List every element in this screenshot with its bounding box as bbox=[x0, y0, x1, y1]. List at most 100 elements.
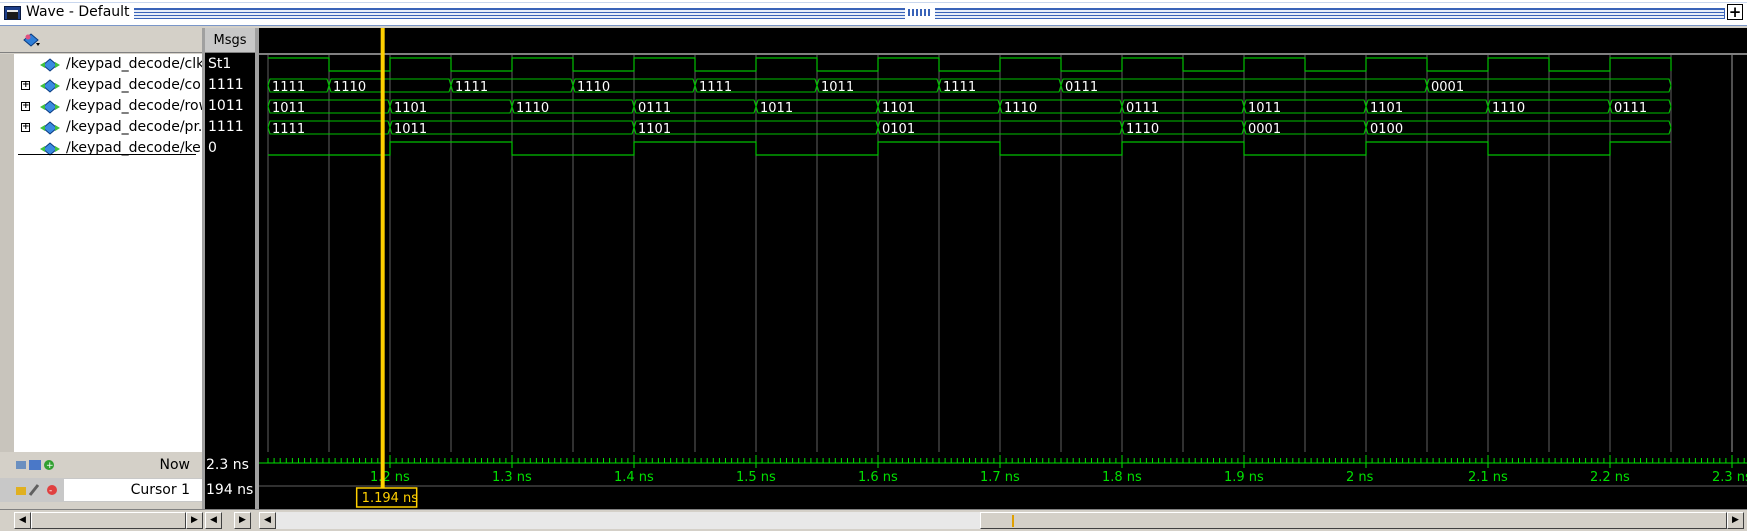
values-pane: Msgs St1 1111 1011 1111 0 bbox=[205, 28, 255, 452]
waveform-pane[interactable]: 1111 1110 1111 1110 1111 1011 1111 0111 0001 1011… bbox=[259, 28, 1747, 452]
ruler-tick-label: 1.3 ns bbox=[492, 470, 532, 485]
ruler-cursor-line bbox=[380, 452, 385, 488]
wave-window: Wave - Default + /keypad_decode/clk + /key… bbox=[0, 0, 1747, 531]
msgs-header: Msgs bbox=[205, 28, 255, 53]
signal-row[interactable]: + /keypad_decode/pr... bbox=[0, 117, 211, 138]
msgs-scroll-left-button[interactable]: ◀ bbox=[205, 512, 222, 529]
names-scroll-thumb[interactable] bbox=[31, 512, 186, 529]
col-bus-value-label: 0001 bbox=[1431, 80, 1464, 95]
ruler-tick-label: 1.6 ns bbox=[858, 470, 898, 485]
pr-bus-value-label: 1111 bbox=[272, 122, 305, 137]
signal-row[interactable]: /keypad_decode/ke... bbox=[0, 138, 214, 159]
cursor-values-pane: 2.3 ns 194 ns bbox=[205, 452, 255, 509]
pr-bus-value-label: 0100 bbox=[1370, 122, 1403, 137]
col-bus-value-label: 1111 bbox=[455, 80, 488, 95]
now-value: 2.3 ns bbox=[206, 457, 249, 473]
row-bus-value-label: 0111 bbox=[1614, 101, 1647, 116]
pr-bus-value-label: 0001 bbox=[1248, 122, 1281, 137]
clk-waveform bbox=[268, 57, 1672, 72]
row-bus-value-label: 1011 bbox=[1248, 101, 1281, 116]
row-separator bbox=[18, 154, 196, 155]
ruler-tick-label: 2.1 ns bbox=[1468, 470, 1508, 485]
pr-bus-value-label: 0101 bbox=[882, 122, 915, 137]
title-drag-handle[interactable] bbox=[905, 6, 935, 19]
wave-scroll-left-button[interactable]: ◀ bbox=[259, 512, 276, 529]
ruler-tick-label: 1.2 ns bbox=[370, 470, 410, 485]
ruler-tick-label: 2 ns bbox=[1346, 470, 1374, 485]
cursor-value: 194 ns bbox=[206, 482, 254, 498]
expand-plus-icon[interactable]: + bbox=[21, 81, 30, 90]
time-ruler-pane[interactable]: 1.2 ns 1.3 ns 1.4 ns 1.5 ns 1.6 ns 1.7 ns 1.8 … bbox=[259, 452, 1747, 509]
cursor-name-label: Cursor 1 bbox=[130, 482, 190, 498]
ruler-tick-label: 1.4 ns bbox=[614, 470, 654, 485]
wave-toolbar-icon[interactable] bbox=[22, 32, 40, 48]
pr-bus-segment bbox=[1365, 120, 1672, 135]
row-bus-value-label: 1101 bbox=[1370, 101, 1403, 116]
signal-name: /keypad_decode/co... bbox=[66, 77, 214, 93]
bus-signal-icon bbox=[40, 79, 60, 93]
svg-text:+: + bbox=[46, 461, 54, 471]
now-toolbar-icons[interactable]: + bbox=[16, 458, 56, 472]
waveform-canvas[interactable]: 1111 1110 1111 1110 1111 1011 1111 0111 0001 1011… bbox=[259, 28, 1747, 452]
row-bus-value-label: 1101 bbox=[882, 101, 915, 116]
bus-signal-icon bbox=[40, 100, 60, 114]
scrollbar-row: ◀ ▶ ◀ ▶ ◀ ▶ bbox=[0, 509, 1747, 531]
bit-signal-icon bbox=[40, 58, 60, 72]
bus-signal-icon bbox=[40, 121, 60, 135]
names-scroll-left-button[interactable]: ◀ bbox=[14, 512, 31, 529]
col-bus-value-label: 1110 bbox=[333, 80, 366, 95]
title-bar[interactable]: Wave - Default + bbox=[0, 0, 1747, 26]
ruler-tick-label: 1.5 ns bbox=[736, 470, 776, 485]
row-bus-value-label: 1110 bbox=[516, 101, 549, 116]
signal-row[interactable]: + /keypad_decode/row bbox=[0, 96, 210, 117]
pr-bus-value-label: 1110 bbox=[1126, 122, 1159, 137]
time-ruler[interactable]: 1.2 ns 1.3 ns 1.4 ns 1.5 ns 1.6 ns 1.7 ns 1.8 … bbox=[259, 452, 1747, 509]
col-bus-value-label: 1110 bbox=[577, 80, 610, 95]
expand-plus-icon[interactable]: + bbox=[21, 123, 30, 132]
wave-scroll-cursor-marker bbox=[1012, 515, 1014, 527]
signal-value: 1111 bbox=[208, 77, 244, 93]
ruler-tick-label: 2.3 ns bbox=[1712, 470, 1747, 485]
cursor-time-label: 1.194 ns bbox=[362, 491, 419, 506]
col-bus-value-label: 1011 bbox=[821, 80, 854, 95]
now-label: Now bbox=[159, 457, 191, 473]
dock-plus-icon[interactable]: + bbox=[1727, 4, 1743, 20]
msgs-scroll-right-button[interactable]: ▶ bbox=[234, 512, 251, 529]
cursor-line bbox=[380, 28, 385, 452]
wave-app-icon bbox=[4, 6, 21, 20]
signal-name: /keypad_decode/row bbox=[66, 98, 211, 114]
now-row: + Now bbox=[0, 453, 202, 477]
row-bus-value-label: 1101 bbox=[394, 101, 427, 116]
ruler-tick-label: 1.8 ns bbox=[1102, 470, 1142, 485]
col-bus-value-label: 1111 bbox=[272, 80, 305, 95]
signal-row[interactable]: /keypad_decode/clk bbox=[0, 54, 205, 75]
signal-row[interactable]: + /keypad_decode/co... bbox=[0, 75, 214, 96]
row-bus-value-label: 1011 bbox=[272, 101, 305, 116]
row-bus-value-label: 0111 bbox=[1126, 101, 1159, 116]
signal-name: /keypad_decode/clk bbox=[66, 56, 205, 72]
expand-plus-icon[interactable]: + bbox=[21, 102, 30, 111]
row-bus-value-label: 0111 bbox=[638, 101, 671, 116]
pr-bus-value-label: 1011 bbox=[394, 122, 427, 137]
cursor-toolbar-icons[interactable]: - bbox=[16, 483, 60, 497]
cursor-row[interactable]: - Cursor 1 bbox=[0, 478, 202, 502]
signal-value: 1011 bbox=[208, 98, 244, 114]
signal-value: 0 bbox=[208, 140, 217, 156]
window-title: Wave - Default bbox=[26, 4, 134, 20]
wave-scroll-thumb[interactable] bbox=[980, 512, 1727, 529]
signal-value: St1 bbox=[208, 56, 232, 72]
names-header bbox=[0, 28, 202, 53]
row-bus-value-label: 1011 bbox=[760, 101, 793, 116]
signal-value: 1111 bbox=[208, 119, 244, 135]
col-bus-value-label: 0111 bbox=[1065, 80, 1098, 95]
wave-scroll-right-button[interactable]: ▶ bbox=[1727, 512, 1744, 529]
col-bus-value-label: 1111 bbox=[699, 80, 732, 95]
row-bus-value-label: 1110 bbox=[1004, 101, 1037, 116]
row-bus-value-label: 1110 bbox=[1492, 101, 1525, 116]
signal-names-pane: /keypad_decode/clk +/keypad_decode/co... +… bbox=[0, 28, 214, 472]
svg-text:-: - bbox=[49, 486, 52, 496]
signal-name: /keypad_decode/pr... bbox=[66, 119, 212, 135]
col-bus-value-label: 1111 bbox=[943, 80, 976, 95]
names-scroll-right-button[interactable]: ▶ bbox=[186, 512, 203, 529]
ruler-tick-label: 2.2 ns bbox=[1590, 470, 1630, 485]
